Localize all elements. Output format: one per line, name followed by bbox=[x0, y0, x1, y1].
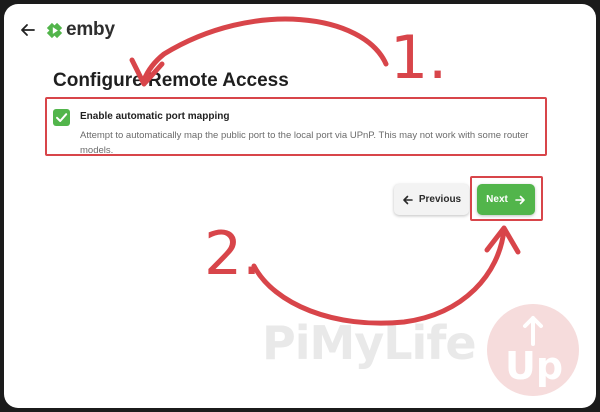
setup-window: emby Configure Remote Access Enable auto… bbox=[4, 4, 596, 408]
annotation-arrows bbox=[129, 16, 521, 326]
annotation-step-1: 1. bbox=[390, 23, 448, 93]
annotation-step-2: 2. bbox=[204, 219, 262, 289]
annotation-arrow-1 bbox=[141, 16, 389, 83]
annotation-arrow-2 bbox=[251, 227, 507, 326]
